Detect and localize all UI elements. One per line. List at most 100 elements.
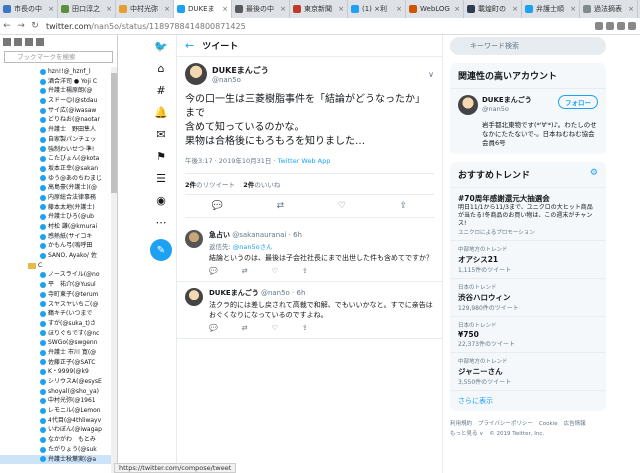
tweet-author-handle[interactable]: @nan5o: [212, 76, 269, 84]
bookmark-item[interactable]: 鶴キチ(いつまで: [0, 309, 112, 319]
compose-tweet-button[interactable]: ✎: [150, 239, 172, 261]
bookmark-item[interactable]: 内原総合法律事務: [0, 193, 112, 203]
like-icon[interactable]: ♡: [338, 201, 346, 211]
bookmark-item[interactable]: 高島豪(弁護士)(@: [0, 183, 112, 193]
profile-icon[interactable]: ◉: [150, 189, 172, 211]
browser-tab[interactable]: DUKEま ×: [174, 0, 232, 18]
extension-icon[interactable]: [617, 22, 625, 30]
bookmark-item[interactable]: 酒合洋司 ● Yoji C: [0, 77, 112, 87]
tweet-author-name[interactable]: DUKEまんごう: [212, 65, 269, 76]
bookmark-item[interactable]: ノースライル(@no: [0, 270, 112, 280]
reply-icon[interactable]: 💬: [209, 267, 218, 275]
bookmark-item[interactable]: こたびょん(@kota: [0, 154, 112, 164]
bookmark-item[interactable]: かもん弓(嗚呼田: [0, 241, 112, 251]
footer-link[interactable]: © 2019 Twitter, Inc.: [489, 429, 544, 439]
trend-item[interactable]: #70周年感謝還元大抽選会 明日11/1から11/3まで、ユニクロの大ヒット商品が…: [450, 188, 606, 241]
tweet-source-link[interactable]: Twitter Web App: [278, 157, 331, 165]
bookmark-item[interactable]: 4代目(@4thliwayv: [0, 416, 112, 426]
close-icon[interactable]: ×: [161, 5, 170, 13]
bookmark-item[interactable]: hzn!!@_hznf_): [0, 67, 112, 77]
extension-icon[interactable]: [595, 22, 603, 30]
browser-tab[interactable]: 東京新聞 ×: [290, 0, 348, 18]
bookmark-item[interactable]: SANO, Ayako/ 佐: [0, 251, 112, 261]
share-icon[interactable]: ⇪: [302, 267, 308, 275]
url-field[interactable]: twitter.com/nan5o/status/118978841480087…: [46, 22, 246, 31]
bookmark-item[interactable]: 強制わいせつ·準!: [0, 145, 112, 155]
sidebar-scrollbar[interactable]: [111, 67, 117, 473]
avatar[interactable]: [185, 288, 203, 306]
reply-icon[interactable]: 💬: [212, 201, 223, 211]
bookmark-item[interactable]: 中村光弥(@1961: [0, 396, 112, 406]
retweet-icon[interactable]: ⇄: [242, 324, 248, 332]
reply-tweet[interactable]: DUKEまんごう @nan5o · 6h 法クラ的には差し戻されて高裁で和解、でも…: [177, 282, 442, 339]
browser-tab[interactable]: WebLOG ×: [406, 0, 464, 18]
sidebar-tool-icon[interactable]: [25, 38, 33, 46]
reply-tweet[interactable]: 急占い @sakanauranai · 6h 返信先: @nan5oさん 結論という…: [177, 224, 442, 282]
forward-arrow-icon[interactable]: →: [14, 21, 28, 31]
avatar[interactable]: [185, 230, 203, 248]
extension-icon[interactable]: [606, 22, 614, 30]
trend-item[interactable]: 中部地方のトレンド オアシス21 1,115件のツイート: [450, 241, 606, 279]
share-icon[interactable]: ⇪: [400, 201, 408, 211]
like-icon[interactable]: ♡: [272, 267, 278, 275]
bookmark-item[interactable]: K・9999(@k9: [0, 367, 112, 377]
close-icon[interactable]: ×: [393, 5, 402, 13]
browser-tab[interactable]: 田口淳之 ×: [58, 0, 116, 18]
trend-item[interactable]: 中部地方のトレンド ジャニーさん 3,550件のツイート: [450, 353, 606, 391]
bookmark-item[interactable]: 藤本太地(弁護士): [0, 203, 112, 213]
bookmark-item[interactable]: すが(@suka_t)さ: [0, 319, 112, 329]
bookmark-item[interactable]: いわぼん(@iwagap: [0, 425, 112, 435]
bookmark-item[interactable]: 坂本正幸(@sakan: [0, 164, 112, 174]
close-icon[interactable]: ×: [625, 5, 634, 13]
browser-tab[interactable]: (1) ×利 ×: [348, 0, 406, 18]
bookmark-item[interactable]: C: [0, 261, 112, 271]
gear-icon[interactable]: ⚙: [590, 168, 598, 181]
footer-link[interactable]: プライバシーポリシー: [478, 419, 533, 429]
bookmark-item[interactable]: 寺町東子(@terum: [0, 290, 112, 300]
trend-item[interactable]: 日本のトレンド ¥750 22,373件のツイート: [450, 317, 606, 353]
browser-tab[interactable]: 弁護士順 ×: [522, 0, 580, 18]
browser-tab[interactable]: 過法摘表 ×: [580, 0, 638, 18]
home-icon[interactable]: ⌂: [150, 57, 172, 79]
bookmark-item[interactable]: 弁護士ひろ(@ub: [0, 212, 112, 222]
reply-author-name[interactable]: DUKEまんごう: [209, 289, 259, 297]
back-arrow-icon[interactable]: ←: [185, 39, 194, 52]
lists-icon[interactable]: ☰: [150, 167, 172, 189]
close-icon[interactable]: ×: [509, 5, 518, 13]
retweet-icon[interactable]: ⇄: [277, 201, 285, 211]
bookmark-item[interactable]: 弁護士楊原朗(@: [0, 86, 112, 96]
bookmark-item[interactable]: ゆう@あのちわまじ: [0, 174, 112, 184]
reply-to-link[interactable]: @nan5oさん: [233, 243, 273, 251]
footer-link[interactable]: 利用規約: [450, 419, 472, 429]
bookmark-item[interactable]: どりねお(@naotar: [0, 115, 112, 125]
notifications-icon[interactable]: 🔔: [150, 101, 172, 123]
reply-author-name[interactable]: 急占い: [209, 231, 230, 239]
follow-button[interactable]: フォロー: [558, 95, 598, 109]
bookmark-item[interactable]: ほりぐちです(@nc: [0, 329, 112, 339]
close-icon[interactable]: ×: [219, 5, 228, 13]
close-icon[interactable]: ×: [335, 5, 344, 13]
reload-icon[interactable]: ↻: [28, 21, 42, 31]
sidebar-tool-icon[interactable]: [14, 38, 22, 46]
trend-item[interactable]: 日本のトレンド 渋谷ハロウィン 129,980件のツイート: [450, 279, 606, 317]
bookmark-search-input[interactable]: ブックマークを検索: [4, 51, 113, 63]
avatar[interactable]: [185, 63, 207, 85]
bookmark-item[interactable]: 佐藤正子(@SATC: [0, 358, 112, 368]
browser-tab[interactable]: 中村光弥 ×: [116, 0, 174, 18]
bookmark-item[interactable]: 感熱紙(サイコキ: [0, 232, 112, 242]
bookmark-item[interactable]: 平 祐介(@Yusul: [0, 280, 112, 290]
retweet-icon[interactable]: ⇄: [242, 267, 248, 275]
reply-icon[interactable]: 💬: [209, 324, 218, 332]
bookmark-item[interactable]: 弁護士 市川 寛(@: [0, 348, 112, 358]
browser-tab[interactable]: 最後の中 ×: [232, 0, 290, 18]
menu-icon[interactable]: [628, 22, 636, 30]
close-icon[interactable]: ×: [45, 5, 54, 13]
back-arrow-icon[interactable]: ←: [0, 21, 14, 31]
like-icon[interactable]: ♡: [272, 324, 278, 332]
sidebar-tool-icon[interactable]: [36, 38, 44, 46]
bookmark-item[interactable]: shoyal(@sho_ya): [0, 387, 112, 397]
footer-link[interactable]: 広告情報: [564, 419, 586, 429]
browser-tab[interactable]: 載煌町の ×: [464, 0, 522, 18]
share-icon[interactable]: ⇪: [302, 324, 308, 332]
close-icon[interactable]: ×: [277, 5, 286, 13]
